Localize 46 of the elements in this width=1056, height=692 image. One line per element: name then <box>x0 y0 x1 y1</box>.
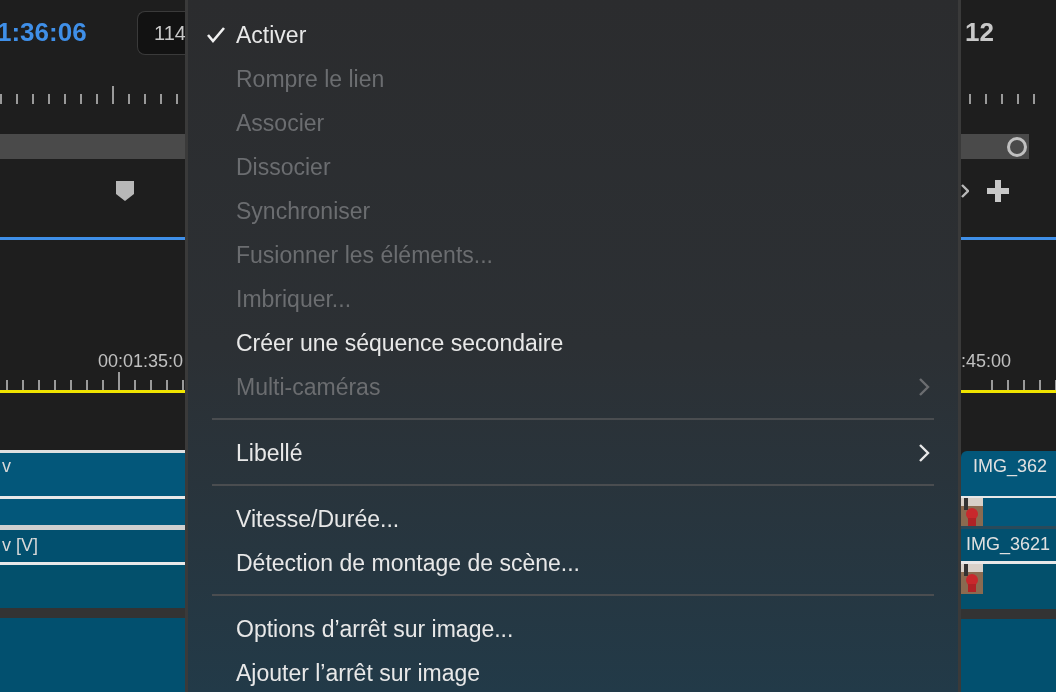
menu-item[interactable]: Libellé <box>188 431 958 475</box>
menu-item[interactable]: Vitesse/Durée... <box>188 497 958 541</box>
ruler-ticks-icon <box>6 372 184 390</box>
video-clip[interactable]: v <box>0 453 185 496</box>
video-clip[interactable]: IMG_362 <box>961 451 1056 496</box>
marker-icon[interactable] <box>116 181 134 201</box>
chevron-right-icon[interactable] <box>961 183 969 199</box>
ruler-ticks-icon <box>0 86 178 104</box>
chevron-right-icon <box>918 377 930 397</box>
ruler-time-label: 00:01:35:0 <box>97 352 183 372</box>
zoom-scrollbar[interactable] <box>0 134 185 159</box>
frame-field[interactable]: 114 <box>137 10 185 55</box>
menu-item-label: Rompre le lien <box>236 64 386 94</box>
menu-item-label: Créer une séquence secondaire <box>236 328 565 358</box>
video-clip[interactable]: v [V] <box>0 530 185 562</box>
ruler-time-label: :45:00 <box>961 352 1012 372</box>
menu-item[interactable]: Créer une séquence secondaire <box>188 321 958 365</box>
menu-item-label: Fusionner les éléments... <box>236 240 494 270</box>
frame-count: 12 <box>965 16 994 49</box>
ruler-ticks-icon <box>991 380 1056 390</box>
video-clip[interactable] <box>0 565 185 608</box>
menu-item[interactable]: Ajouter l’arrêt sur image <box>188 651 958 692</box>
checkmark-icon <box>206 26 226 44</box>
menu-item-label: Synchroniser <box>236 196 372 226</box>
menu-item-label: Détection de montage de scène... <box>236 548 581 578</box>
video-clip[interactable] <box>961 619 1056 692</box>
menu-item-label: Dissocier <box>236 152 332 182</box>
ruler-ticks-icon <box>969 94 1035 104</box>
chevron-right-icon <box>918 443 930 463</box>
scroll-handle[interactable] <box>1007 136 1027 157</box>
menu-item-label: Multi-caméras <box>236 372 382 402</box>
menu-item-label: Imbriquer... <box>236 284 353 314</box>
menu-item-label: Options d’arrêt sur image... <box>236 614 515 644</box>
menu-item-label: Libellé <box>236 438 304 468</box>
video-clip[interactable] <box>0 499 185 525</box>
menu-item[interactable]: Détection de montage de scène... <box>188 541 958 585</box>
plus-icon[interactable] <box>987 180 1009 202</box>
menu-item-label: Vitesse/Durée... <box>236 504 401 534</box>
menu-item-label: Ajouter l’arrêt sur image <box>236 658 482 688</box>
menu-item-label: Activer <box>236 20 308 50</box>
menu-item[interactable]: Activer <box>188 13 958 57</box>
menu-item-label: Associer <box>236 108 326 138</box>
menu-item[interactable]: Options d’arrêt sur image... <box>188 607 958 651</box>
video-clip[interactable]: IMG_3621 <box>961 529 1056 561</box>
zoom-scrollbar[interactable] <box>961 134 1029 159</box>
video-clip[interactable] <box>0 618 185 692</box>
